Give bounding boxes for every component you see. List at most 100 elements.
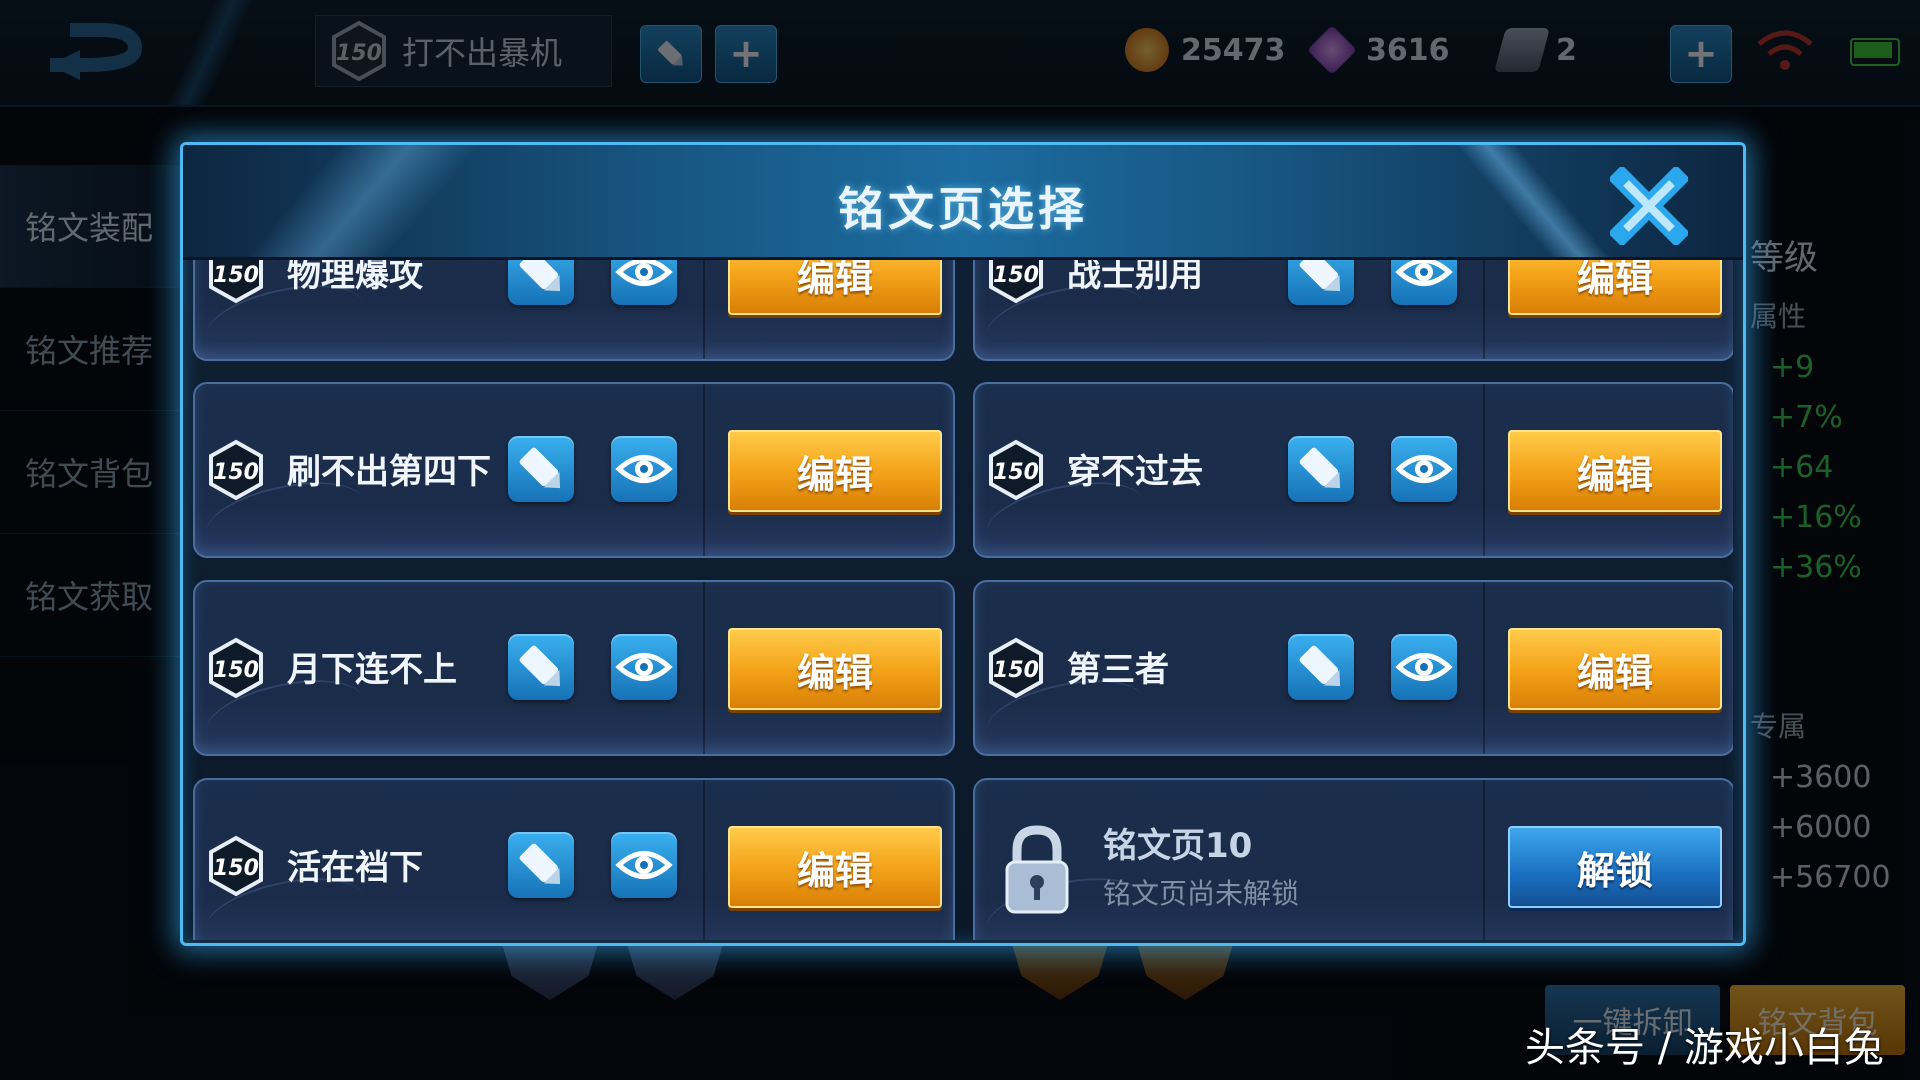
eye-icon bbox=[1395, 455, 1453, 483]
eye-icon bbox=[1395, 653, 1453, 681]
level-badge: 150 bbox=[328, 20, 390, 82]
rename-button[interactable] bbox=[508, 260, 574, 305]
dialog-title: 铭文页选择 bbox=[838, 182, 1088, 236]
pencil-icon bbox=[1299, 645, 1341, 687]
preview-button[interactable] bbox=[1391, 634, 1457, 700]
page-name: 月下连不上 bbox=[287, 650, 457, 690]
level-label: 等级 bbox=[1750, 238, 1818, 278]
pencil-icon bbox=[519, 843, 561, 885]
divider bbox=[1483, 582, 1485, 754]
wifi-icon bbox=[1755, 28, 1815, 76]
edit-button[interactable]: 编辑 bbox=[1508, 628, 1722, 710]
divider bbox=[703, 384, 705, 556]
ticket-currency: 2 bbox=[1494, 25, 1577, 75]
svg-text:150: 150 bbox=[336, 41, 382, 66]
gold-currency: 25473 bbox=[1125, 25, 1285, 75]
attr-label: 属性 bbox=[1750, 300, 1807, 333]
gold-value: 25473 bbox=[1181, 32, 1286, 68]
page-name: 活在裆下 bbox=[287, 848, 423, 888]
page-name: 刷不出第四下 bbox=[287, 452, 491, 492]
page-card[interactable]: 150 穿不过去 编辑 bbox=[973, 382, 1733, 558]
page-select-dialog: 铭文页选择 150 物理爆攻 编辑 150 战士别用 编辑 150 刷不出第四下… bbox=[180, 142, 1746, 946]
svg-text:150: 150 bbox=[213, 460, 259, 485]
svg-text:150: 150 bbox=[213, 856, 259, 881]
gold-coin-icon bbox=[1125, 28, 1169, 72]
exclusive-stat: +6000 bbox=[1770, 810, 1872, 845]
recharge-button[interactable]: + bbox=[1670, 25, 1732, 83]
edit-button[interactable]: 编辑 bbox=[1508, 430, 1722, 512]
preview-button[interactable] bbox=[611, 260, 677, 305]
nav-item-obtain[interactable]: 铭文获取 bbox=[0, 534, 180, 657]
diamond-value: 3616 bbox=[1366, 32, 1450, 68]
divider bbox=[165, 0, 255, 105]
ticket-value: 2 bbox=[1556, 32, 1577, 68]
pencil-icon bbox=[519, 260, 561, 292]
nav-item-recommend[interactable]: 铭文推荐 bbox=[0, 288, 180, 411]
exclusive-stat: +56700 bbox=[1770, 860, 1891, 895]
rename-page-button[interactable] bbox=[640, 25, 702, 83]
locked-page-card: 铭文页10 铭文页尚未解锁 解锁 bbox=[973, 778, 1733, 940]
edit-button[interactable]: 编辑 bbox=[1508, 260, 1722, 315]
exclusive-label: 专属 bbox=[1750, 710, 1807, 743]
page-card[interactable]: 150 月下连不上 编辑 bbox=[193, 580, 955, 756]
pencil-icon bbox=[519, 447, 561, 489]
close-icon bbox=[1607, 164, 1691, 248]
svg-text:150: 150 bbox=[213, 658, 259, 683]
level-badge: 150 bbox=[985, 260, 1047, 304]
current-page-name: 150 打不出暴机 bbox=[315, 15, 612, 87]
rename-button[interactable] bbox=[1288, 436, 1354, 502]
unlock-button[interactable]: 解锁 bbox=[1508, 826, 1722, 908]
page-grid: 150 物理爆攻 编辑 150 战士别用 编辑 150 刷不出第四下 编辑 15… bbox=[193, 260, 1733, 940]
edit-button[interactable]: 编辑 bbox=[728, 430, 942, 512]
divider bbox=[1483, 260, 1485, 359]
page-name: 第三者 bbox=[1067, 650, 1169, 690]
level-badge: 150 bbox=[205, 637, 267, 699]
pencil-icon bbox=[1299, 260, 1341, 292]
rename-button[interactable] bbox=[1288, 634, 1354, 700]
rename-button[interactable] bbox=[508, 832, 574, 898]
stat-value: +7% bbox=[1770, 400, 1843, 435]
svg-text:150: 150 bbox=[213, 263, 259, 288]
preview-button[interactable] bbox=[1391, 436, 1457, 502]
divider bbox=[703, 582, 705, 754]
page-card[interactable]: 150 战士别用 编辑 bbox=[973, 260, 1733, 361]
rename-button[interactable] bbox=[1288, 260, 1354, 305]
back-button[interactable] bbox=[40, 20, 160, 90]
battery-icon bbox=[1850, 38, 1900, 66]
eye-icon bbox=[615, 653, 673, 681]
ticket-icon bbox=[1494, 28, 1550, 72]
nav-item-bag[interactable]: 铭文背包 bbox=[0, 411, 180, 534]
dialog-header: 铭文页选择 bbox=[183, 145, 1743, 260]
level-badge: 150 bbox=[985, 439, 1047, 501]
close-button[interactable] bbox=[1607, 164, 1691, 248]
level-badge: 150 bbox=[205, 835, 267, 897]
stat-value: +36% bbox=[1770, 550, 1862, 585]
page-name: 物理爆攻 bbox=[287, 260, 423, 295]
back-arrow-icon bbox=[50, 23, 143, 80]
rename-button[interactable] bbox=[508, 436, 574, 502]
nav-item-equip[interactable]: 铭文装配 bbox=[0, 165, 180, 288]
divider bbox=[1483, 384, 1485, 556]
edit-button[interactable]: 编辑 bbox=[728, 826, 942, 908]
page-card[interactable]: 150 第三者 编辑 bbox=[973, 580, 1733, 756]
preview-button[interactable] bbox=[1391, 260, 1457, 305]
add-page-button[interactable]: + bbox=[715, 25, 777, 83]
page-card[interactable]: 150 活在裆下 编辑 bbox=[193, 778, 955, 940]
page-card[interactable]: 150 刷不出第四下 编辑 bbox=[193, 382, 955, 558]
page-card[interactable]: 150 物理爆攻 编辑 bbox=[193, 260, 955, 361]
pencil-icon bbox=[1299, 447, 1341, 489]
preview-button[interactable] bbox=[611, 634, 677, 700]
rename-button[interactable] bbox=[508, 634, 574, 700]
top-bar: 150 打不出暴机 + 25473 3616 2 + bbox=[0, 0, 1920, 107]
exclusive-stat: +3600 bbox=[1770, 760, 1872, 795]
preview-button[interactable] bbox=[611, 436, 677, 502]
divider bbox=[703, 260, 705, 359]
level-badge: 150 bbox=[205, 260, 267, 304]
edit-button[interactable]: 编辑 bbox=[728, 628, 942, 710]
stat-value: +16% bbox=[1770, 500, 1862, 535]
edit-button[interactable]: 编辑 bbox=[728, 260, 942, 315]
diamond-currency: 3616 bbox=[1307, 25, 1450, 75]
plus-icon: + bbox=[729, 31, 763, 77]
preview-button[interactable] bbox=[611, 832, 677, 898]
left-nav: 铭文装配 铭文推荐 铭文背包 铭文获取 bbox=[0, 165, 180, 657]
